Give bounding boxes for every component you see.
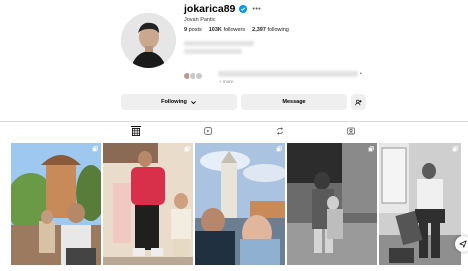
post-tile[interactable] xyxy=(195,143,285,265)
profile-avatar[interactable] xyxy=(121,13,176,68)
username: jokarica89 xyxy=(184,3,236,15)
send-icon xyxy=(459,240,467,248)
bio-blurred-line xyxy=(218,71,358,77)
posts-label: posts xyxy=(188,27,202,33)
mutual-followers-avatars[interactable] xyxy=(183,72,203,80)
bio-blurred-line xyxy=(184,41,254,46)
add-person-icon xyxy=(355,99,362,105)
following-count: 2,397 xyxy=(252,27,266,33)
carousel-icon xyxy=(452,146,458,152)
following-label: following xyxy=(267,27,289,33)
full-name: Jovan Pantic xyxy=(184,17,216,23)
profile-header-row: jokarica89 ••• xyxy=(184,3,261,15)
tab-reposts[interactable] xyxy=(275,126,285,136)
post-image xyxy=(379,143,461,265)
mutual-separator: • xyxy=(360,71,362,77)
more-horizontal-icon[interactable]: ••• xyxy=(252,6,261,13)
floating-message-button[interactable] xyxy=(455,236,468,252)
carousel-icon xyxy=(92,146,98,152)
profile-stats: 9 posts 103K followers 2,397 following xyxy=(184,27,289,33)
followers-stat[interactable]: 103K followers xyxy=(209,27,245,33)
tab-reels[interactable] xyxy=(203,126,213,136)
message-button-label: Message xyxy=(282,99,306,105)
following-button[interactable]: Following xyxy=(121,94,237,110)
grid-icon xyxy=(132,127,140,136)
message-button[interactable]: Message xyxy=(241,94,347,110)
mutual-avatar xyxy=(195,72,203,80)
post-image xyxy=(11,143,101,265)
carousel-icon xyxy=(184,146,190,152)
chevron-down-icon xyxy=(190,100,196,104)
following-stat[interactable]: 2,397 following xyxy=(252,27,289,33)
carousel-icon xyxy=(276,146,282,152)
tab-posts[interactable] xyxy=(131,126,141,136)
suggested-accounts-button[interactable] xyxy=(351,94,366,110)
carousel-icon xyxy=(368,146,374,152)
post-tile[interactable] xyxy=(287,143,377,265)
post-image xyxy=(195,143,285,265)
repost-icon xyxy=(277,127,283,135)
posts-count: 9 xyxy=(184,27,188,33)
post-tile[interactable] xyxy=(379,143,461,265)
followers-count: 103K xyxy=(208,27,222,33)
mutual-more-text[interactable]: + more xyxy=(219,79,233,84)
verified-badge-icon xyxy=(239,5,248,13)
tabs-divider xyxy=(0,121,468,122)
followers-label: followers xyxy=(223,27,246,33)
post-image xyxy=(103,143,193,265)
posts-grid xyxy=(11,143,461,265)
bio-blurred-line xyxy=(184,49,242,54)
posts-stat: 9 posts xyxy=(184,27,202,33)
post-image xyxy=(287,143,377,265)
reels-icon xyxy=(204,127,212,135)
post-tile[interactable] xyxy=(11,143,101,265)
tagged-icon xyxy=(347,127,355,135)
following-button-label: Following xyxy=(161,99,187,105)
tab-tagged[interactable] xyxy=(346,126,356,136)
post-tile[interactable] xyxy=(103,143,193,265)
